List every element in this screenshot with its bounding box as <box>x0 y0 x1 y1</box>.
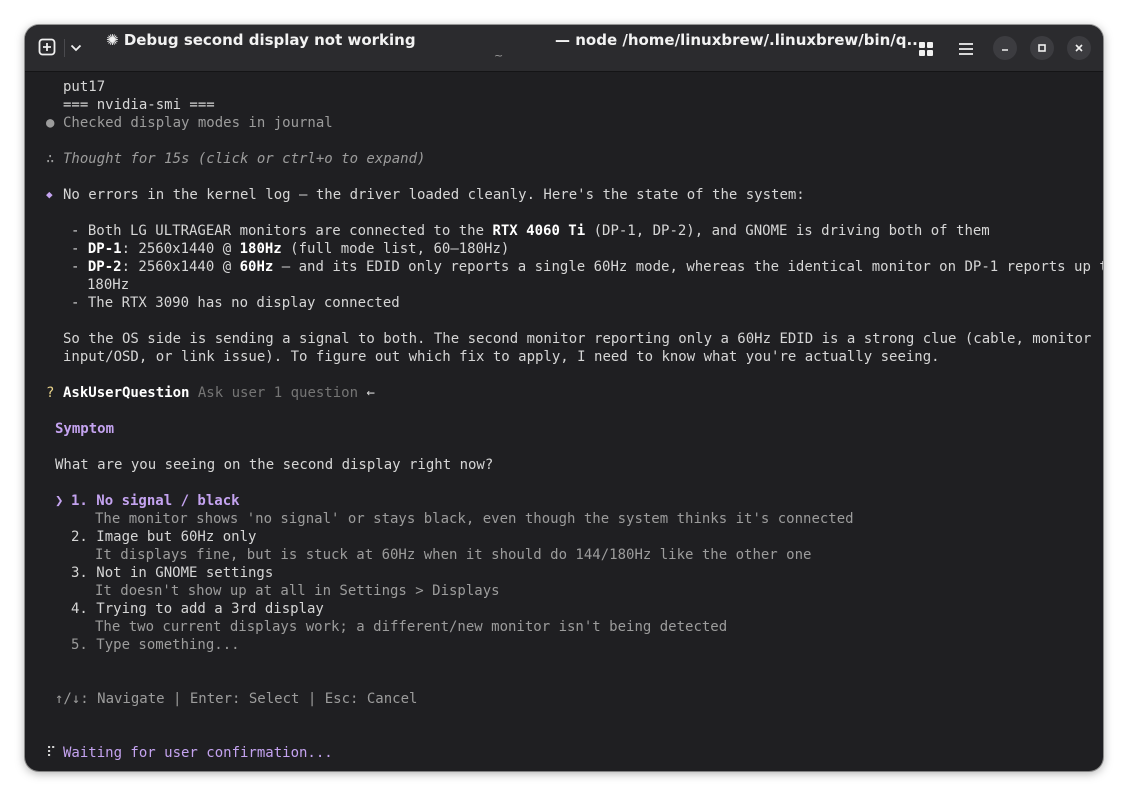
option-2-desc: It displays fine, but is stuck at 60Hz w… <box>95 547 812 563</box>
bullet-bold: RTX 4060 Ti <box>492 223 586 239</box>
bullet-text: (full mode list, 60–180Hz) <box>281 241 510 257</box>
paragraph-line: So the OS side is sending a signal to bo… <box>63 331 1092 347</box>
option-3-desc: It doesn't show up at all in Settings > … <box>95 583 500 599</box>
thought-icon: ∴ <box>46 151 55 167</box>
output-line: put17 <box>63 79 106 95</box>
new-tab-icon <box>38 38 56 56</box>
minimize-button[interactable] <box>993 36 1017 60</box>
question-header: Symptom <box>55 421 115 437</box>
selection-cursor-icon: ❯ <box>55 493 64 509</box>
hamburger-menu-icon <box>959 43 973 55</box>
status-dot-icon: ● <box>46 115 55 131</box>
question-text: What are you seeing on the second displa… <box>55 457 494 473</box>
status-text: Waiting for user confirmation... <box>63 745 333 761</box>
response-diamond-icon: ◆ <box>46 188 53 201</box>
bullet-bold: 180Hz <box>239 241 282 257</box>
paragraph-line: input/OSD, or link issue). To figure out… <box>63 349 940 365</box>
bullet-bold: DP-2 <box>87 259 122 275</box>
grid-view-icon <box>919 42 933 56</box>
output-line: === nvidia-smi === <box>63 97 215 113</box>
spinner-icon: ⠏ <box>46 745 57 761</box>
option-4[interactable]: 4. Trying to add a 3rd display <box>71 600 324 618</box>
window-subtitle: ~ <box>494 49 504 62</box>
window-title: ✺ Debug second display not working <box>106 31 416 49</box>
option-3[interactable]: 3. Not in GNOME settings <box>71 564 273 582</box>
bullet-text: : 2560x1440 @ <box>121 241 240 257</box>
summary-intro: No errors in the kernel log — the driver… <box>63 187 805 203</box>
terminal-window: ✺ Debug second display not working ~ — n… <box>25 25 1103 771</box>
thought-line[interactable]: Thought for 15s (click or ctrl+o to expa… <box>63 150 425 168</box>
option-1[interactable]: 1. No signal / black <box>71 492 240 510</box>
bullet-bold: DP-1 <box>87 241 122 257</box>
main-menu-button[interactable] <box>955 38 977 60</box>
option-1-desc: The monitor shows 'no signal' or stays b… <box>95 511 854 527</box>
chevron-down-icon <box>70 44 82 52</box>
bullet-continuation: 180Hz <box>87 277 130 293</box>
navigation-help: ↑/↓: Navigate | Enter: Select | Esc: Can… <box>55 691 418 707</box>
divider <box>64 39 65 57</box>
process-title: — node /home/linuxbrew/.linuxbrew/bin/q.… <box>555 31 924 49</box>
tab-menu-button[interactable] <box>68 39 84 57</box>
close-button[interactable] <box>1067 36 1091 60</box>
bullet-text: - <box>71 259 88 275</box>
maximize-button[interactable] <box>1030 36 1054 60</box>
bullet-bold: 60Hz <box>239 259 274 275</box>
grid-view-button[interactable] <box>915 38 937 60</box>
bullet-text: - <box>71 241 88 257</box>
bullet-text: - Both LG ULTRAGEAR monitors are connect… <box>71 223 493 239</box>
bullet-text: — and its EDID only reports a single 60H… <box>273 259 1103 275</box>
close-icon <box>1075 44 1083 52</box>
bullet-line: - DP-2: 2560x1440 @ 60Hz — and its EDID … <box>71 258 1103 276</box>
bullet-line: - Both LG ULTRAGEAR monitors are connect… <box>71 222 990 240</box>
option-4-desc: The two current displays work; a differe… <box>95 619 728 635</box>
checked-line: Checked display modes in journal <box>63 115 333 131</box>
tool-call-line: AskUserQuestion Ask user 1 question ← <box>63 384 375 402</box>
minimize-icon <box>1002 49 1008 51</box>
tool-desc: Ask user 1 question <box>197 385 359 401</box>
bullet-text: (DP-1, DP-2), and GNOME is driving both … <box>585 223 990 239</box>
option-5-type-something[interactable]: 5. Type something... <box>71 636 240 654</box>
title-bar: ✺ Debug second display not working ~ — n… <box>25 25 1103 72</box>
tool-name: AskUserQuestion <box>63 385 190 401</box>
question-mark-icon: ? <box>46 385 55 401</box>
bullet-text: : 2560x1440 @ <box>121 259 240 275</box>
bullet-line: - DP-1: 2560x1440 @ 180Hz (full mode lis… <box>71 240 509 258</box>
maximize-icon <box>1038 44 1046 52</box>
terminal-output: put17 === nvidia-smi === ● Checked displ… <box>25 72 1103 771</box>
window-title-text: Debug second display not working <box>123 31 416 49</box>
back-arrow-icon: ← <box>366 385 375 401</box>
bullet-line: - The RTX 3090 has no display connected <box>71 295 400 311</box>
option-2[interactable]: 2. Image but 60Hz only <box>71 528 256 546</box>
claude-asterisk-icon: ✺ <box>106 31 119 49</box>
new-tab-button[interactable] <box>37 37 57 57</box>
